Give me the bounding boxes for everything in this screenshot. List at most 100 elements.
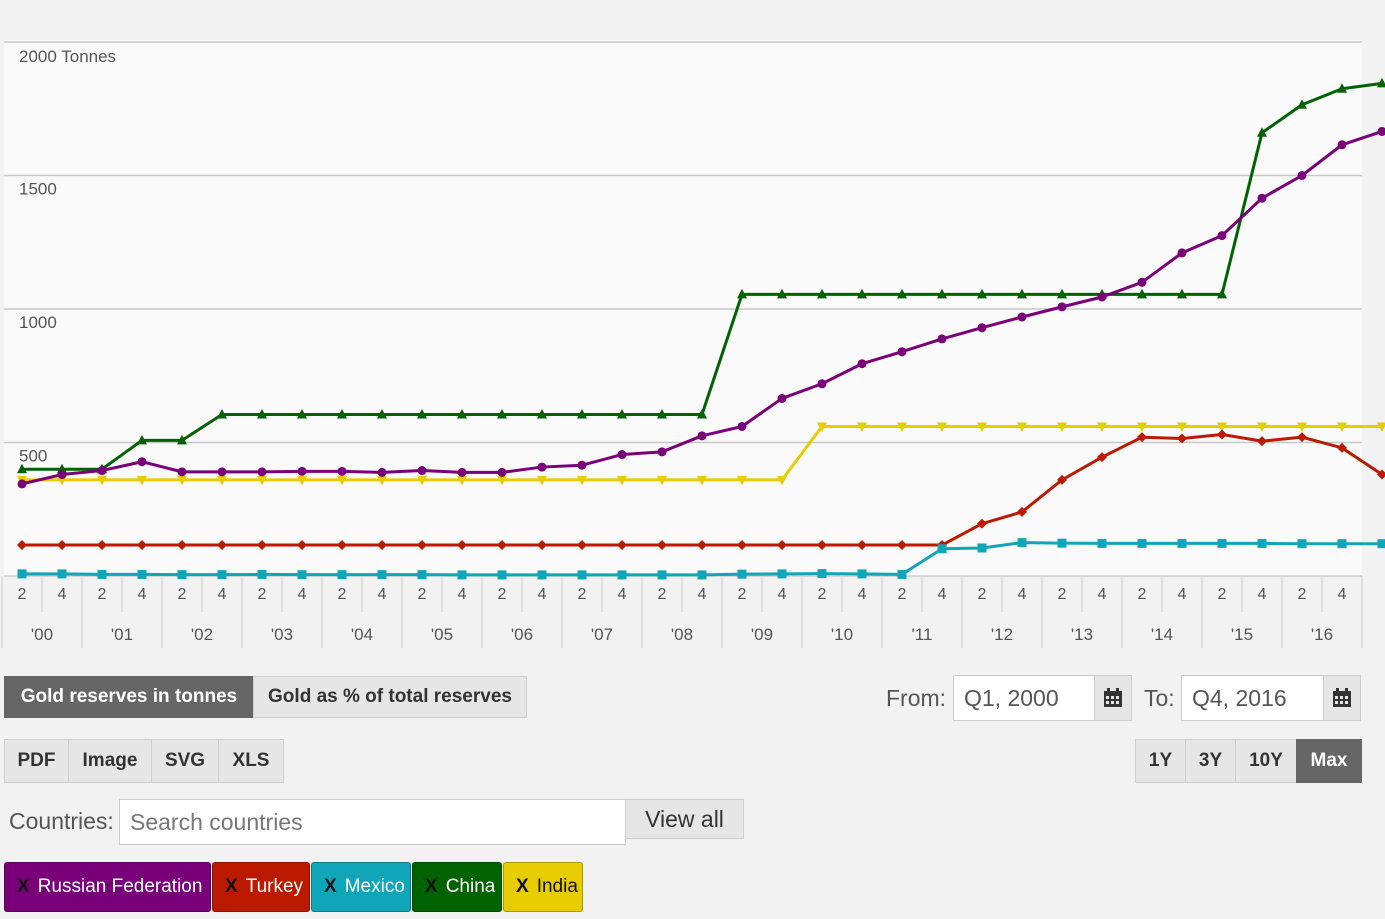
data-point-mexico[interactable] bbox=[1017, 538, 1027, 548]
data-point-mexico[interactable] bbox=[897, 569, 907, 579]
gold-percent-toggle[interactable]: Gold as % of total reserves bbox=[253, 676, 527, 718]
data-point-russian-federation[interactable] bbox=[1137, 277, 1147, 287]
data-point-mexico[interactable] bbox=[857, 569, 867, 579]
remove-country-icon[interactable]: X bbox=[225, 876, 238, 898]
country-search-input[interactable] bbox=[119, 799, 626, 845]
data-point-mexico[interactable] bbox=[217, 570, 227, 580]
data-point-russian-federation[interactable] bbox=[497, 467, 507, 477]
data-point-russian-federation[interactable] bbox=[17, 479, 27, 489]
export-xls-button[interactable]: XLS bbox=[218, 739, 284, 783]
chip-china[interactable]: X China bbox=[412, 862, 502, 912]
x-year-label: '04 bbox=[351, 625, 373, 644]
data-point-russian-federation[interactable] bbox=[1057, 302, 1067, 312]
data-point-russian-federation[interactable] bbox=[657, 447, 667, 457]
data-point-russian-federation[interactable] bbox=[777, 393, 787, 403]
data-point-mexico[interactable] bbox=[777, 569, 787, 579]
export-svg-button[interactable]: SVG bbox=[151, 739, 219, 783]
chip-india[interactable]: X India bbox=[503, 862, 583, 912]
data-point-mexico[interactable] bbox=[737, 569, 747, 579]
data-point-mexico[interactable] bbox=[977, 543, 987, 553]
data-point-russian-federation[interactable] bbox=[537, 462, 547, 472]
view-all-button[interactable]: View all bbox=[625, 799, 744, 839]
data-point-russian-federation[interactable] bbox=[737, 421, 747, 431]
data-point-mexico[interactable] bbox=[457, 570, 467, 580]
range-max-button[interactable]: Max bbox=[1296, 739, 1362, 783]
chip-russian-federation[interactable]: X Russian Federation bbox=[4, 862, 211, 912]
data-point-russian-federation[interactable] bbox=[697, 431, 707, 441]
data-point-mexico[interactable] bbox=[297, 570, 307, 580]
gold-tonnes-toggle[interactable]: Gold reserves in tonnes bbox=[4, 676, 254, 718]
data-point-russian-federation[interactable] bbox=[1217, 231, 1227, 241]
data-point-mexico[interactable] bbox=[17, 569, 27, 579]
data-point-russian-federation[interactable] bbox=[377, 467, 387, 477]
data-point-russian-federation[interactable] bbox=[457, 467, 467, 477]
data-point-russian-federation[interactable] bbox=[297, 466, 307, 476]
remove-country-icon[interactable]: X bbox=[324, 876, 337, 898]
data-point-mexico[interactable] bbox=[1257, 538, 1267, 548]
data-point-mexico[interactable] bbox=[1297, 539, 1307, 549]
data-point-russian-federation[interactable] bbox=[897, 347, 907, 357]
x-quarter-label: 2 bbox=[498, 586, 507, 603]
data-point-russian-federation[interactable] bbox=[97, 466, 107, 476]
data-point-mexico[interactable] bbox=[97, 569, 107, 579]
data-point-russian-federation[interactable] bbox=[1337, 140, 1347, 150]
range-10y-button[interactable]: 10Y bbox=[1235, 739, 1297, 783]
data-point-russian-federation[interactable] bbox=[1377, 126, 1385, 136]
remove-country-icon[interactable]: X bbox=[17, 876, 30, 898]
data-point-russian-federation[interactable] bbox=[177, 467, 187, 477]
chip-mexico[interactable]: X Mexico bbox=[311, 862, 411, 912]
data-point-russian-federation[interactable] bbox=[57, 470, 67, 480]
data-point-russian-federation[interactable] bbox=[937, 334, 947, 344]
data-point-mexico[interactable] bbox=[177, 570, 187, 580]
export-pdf-button[interactable]: PDF bbox=[4, 739, 69, 783]
x-quarter-label: 4 bbox=[138, 586, 147, 603]
data-point-russian-federation[interactable] bbox=[137, 457, 147, 467]
from-date-input[interactable]: Q1, 2000 bbox=[953, 675, 1095, 721]
export-image-button[interactable]: Image bbox=[68, 739, 152, 783]
data-point-mexico[interactable] bbox=[57, 569, 67, 579]
remove-country-icon[interactable]: X bbox=[425, 876, 438, 898]
data-point-mexico[interactable] bbox=[497, 570, 507, 580]
data-point-russian-federation[interactable] bbox=[1017, 312, 1027, 322]
data-point-mexico[interactable] bbox=[337, 570, 347, 580]
data-point-russian-federation[interactable] bbox=[1257, 193, 1267, 203]
data-point-mexico[interactable] bbox=[1377, 539, 1385, 549]
data-point-russian-federation[interactable] bbox=[1177, 248, 1187, 258]
data-point-mexico[interactable] bbox=[1217, 538, 1227, 548]
data-point-mexico[interactable] bbox=[377, 570, 387, 580]
data-point-russian-federation[interactable] bbox=[257, 467, 267, 477]
data-point-mexico[interactable] bbox=[1137, 538, 1147, 548]
data-point-mexico[interactable] bbox=[1337, 539, 1347, 549]
data-point-russian-federation[interactable] bbox=[977, 323, 987, 333]
data-point-mexico[interactable] bbox=[617, 570, 627, 580]
remove-country-icon[interactable]: X bbox=[516, 876, 529, 898]
data-point-russian-federation[interactable] bbox=[857, 359, 867, 369]
data-point-mexico[interactable] bbox=[1097, 538, 1107, 548]
data-point-russian-federation[interactable] bbox=[1297, 171, 1307, 180]
data-point-russian-federation[interactable] bbox=[217, 467, 227, 477]
to-date-input[interactable]: Q4, 2016 bbox=[1181, 675, 1324, 721]
from-calendar-button[interactable] bbox=[1094, 675, 1132, 721]
range-1y-button[interactable]: 1Y bbox=[1135, 739, 1186, 783]
data-point-mexico[interactable] bbox=[537, 570, 547, 580]
data-point-russian-federation[interactable] bbox=[577, 460, 587, 470]
data-point-russian-federation[interactable] bbox=[617, 450, 627, 460]
data-point-russian-federation[interactable] bbox=[337, 466, 347, 476]
data-point-mexico[interactable] bbox=[937, 544, 947, 554]
data-point-russian-federation[interactable] bbox=[417, 466, 427, 476]
data-point-mexico[interactable] bbox=[1057, 538, 1067, 548]
data-point-russian-federation[interactable] bbox=[1097, 292, 1107, 302]
chip-label: India bbox=[536, 876, 578, 897]
data-point-mexico[interactable] bbox=[417, 570, 427, 580]
data-point-mexico[interactable] bbox=[817, 569, 827, 579]
to-calendar-button[interactable] bbox=[1323, 675, 1361, 721]
data-point-mexico[interactable] bbox=[657, 570, 667, 580]
range-3y-button[interactable]: 3Y bbox=[1185, 739, 1236, 783]
data-point-mexico[interactable] bbox=[257, 569, 267, 579]
data-point-mexico[interactable] bbox=[697, 570, 707, 580]
data-point-mexico[interactable] bbox=[137, 569, 147, 579]
data-point-mexico[interactable] bbox=[577, 570, 587, 580]
chip-turkey[interactable]: X Turkey bbox=[212, 862, 310, 912]
data-point-russian-federation[interactable] bbox=[817, 379, 827, 389]
data-point-mexico[interactable] bbox=[1177, 538, 1187, 548]
